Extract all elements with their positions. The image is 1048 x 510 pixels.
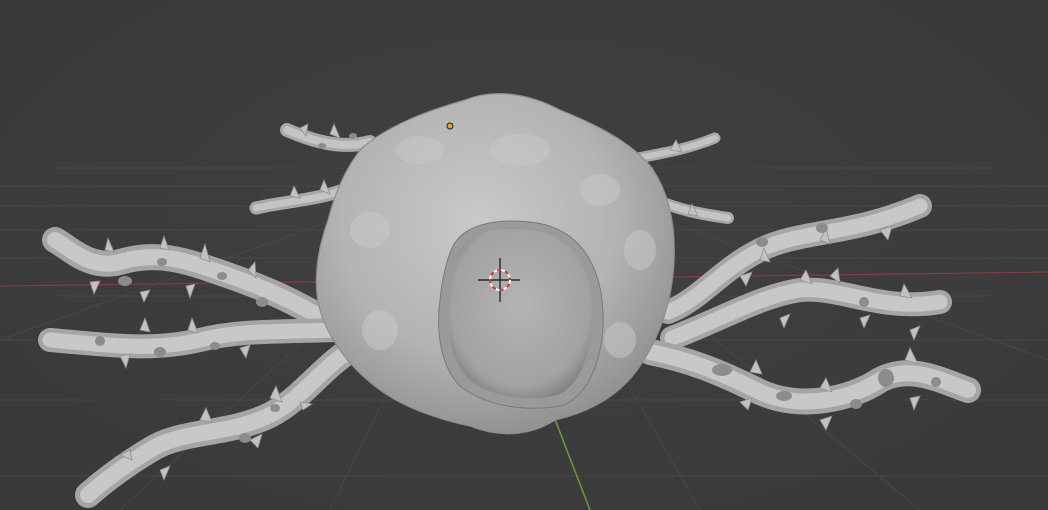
object-origin-dot[interactable] — [446, 122, 454, 130]
creature-mouth — [448, 228, 593, 399]
viewport-canvas[interactable] — [0, 0, 1048, 510]
3d-viewport[interactable] — [0, 0, 1048, 510]
